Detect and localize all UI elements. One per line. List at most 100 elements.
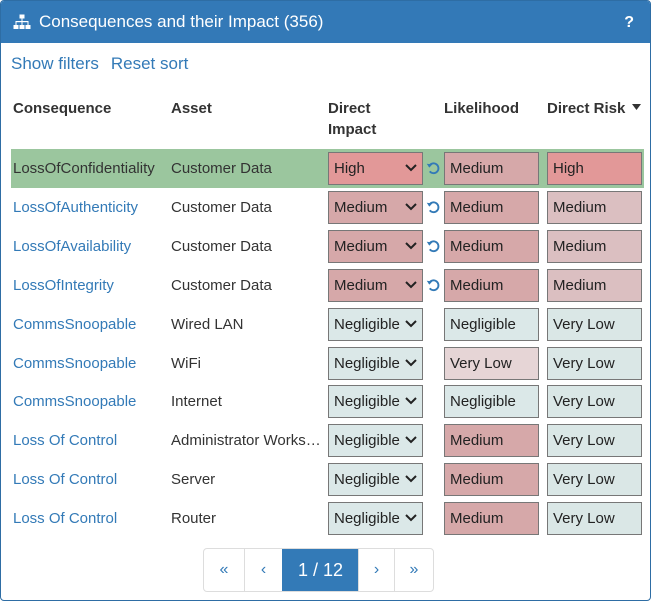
table-row[interactable]: CommsSnoopable WiFi Negligible Very Low Very…: [11, 344, 644, 383]
table-row[interactable]: CommsSnoopable Wired LAN Negligible Negligi…: [11, 305, 644, 344]
likelihood-value: Medium: [444, 463, 539, 497]
consequence-link[interactable]: LossOfConfidentiality: [13, 149, 168, 188]
direct-risk-value: Very Low: [547, 424, 642, 458]
direct-impact-value: Medium: [334, 237, 388, 255]
likelihood-value: Negligible: [444, 385, 539, 419]
column-header-consequence[interactable]: Consequence: [13, 98, 111, 119]
chevron-down-icon: [405, 280, 417, 289]
direct-risk-value: Medium: [547, 229, 642, 263]
direct-impact-value: Negligible: [334, 471, 400, 489]
reset-impact-icon[interactable]: [426, 160, 441, 176]
column-header-direct-impact-line2: Impact: [328, 121, 377, 138]
table-row[interactable]: LossOfIntegrity Customer Data Medium Medium…: [11, 266, 644, 305]
direct-impact-select[interactable]: Negligible: [328, 502, 423, 536]
likelihood-value: Medium: [444, 229, 539, 263]
direct-impact-value: Negligible: [334, 510, 400, 528]
column-header-asset[interactable]: Asset: [171, 98, 212, 119]
direct-impact-select[interactable]: Medium: [328, 190, 423, 224]
direct-impact-select[interactable]: Negligible: [328, 346, 423, 380]
reset-impact-icon[interactable]: [426, 199, 441, 215]
help-icon[interactable]: ?: [624, 14, 634, 32]
table-row[interactable]: Loss Of Control Server Negligible Medium Ver…: [11, 460, 644, 499]
direct-risk-value: Very Low: [547, 385, 642, 419]
table-row[interactable]: LossOfAvailability Customer Data Medium Med…: [11, 227, 644, 266]
consequence-link[interactable]: Loss Of Control: [13, 499, 168, 538]
sort-desc-icon: [632, 104, 641, 110]
direct-risk-value: Medium: [547, 190, 642, 224]
table-row[interactable]: LossOfConfidentiality Customer Data High Me…: [11, 149, 644, 188]
direct-risk-value: Very Low: [547, 346, 642, 380]
reset-impact-icon[interactable]: [426, 277, 441, 293]
panel-title: Consequences and their Impact (356): [39, 12, 324, 31]
direct-risk-value: Medium: [547, 268, 642, 302]
current-page: 1 / 12: [282, 549, 358, 591]
likelihood-value: Medium: [444, 268, 539, 302]
asset-name: Wired LAN: [171, 315, 244, 333]
show-filters-link[interactable]: Show filters: [11, 54, 99, 73]
likelihood-value: Medium: [444, 502, 539, 536]
direct-impact-select[interactable]: Medium: [328, 229, 423, 263]
chevron-down-icon: [405, 203, 417, 211]
consequences-panel: Consequences and their Impact (356) ? Sh…: [0, 0, 651, 601]
direct-impact-value: Medium: [334, 198, 388, 216]
direct-impact-select[interactable]: Negligible: [328, 463, 423, 497]
direct-impact-select[interactable]: Negligible: [328, 307, 423, 341]
consequence-link[interactable]: CommsSnoopable: [13, 382, 168, 421]
consequence-link[interactable]: LossOfAuthenticity: [13, 188, 168, 227]
likelihood-value: Negligible: [444, 307, 539, 341]
next-page-button[interactable]: ›: [358, 549, 394, 591]
chevron-down-icon: [405, 475, 417, 483]
table-row[interactable]: Loss Of ControlAdministrator Workstation…: [11, 421, 644, 460]
consequence-link[interactable]: LossOfIntegrity: [13, 266, 168, 305]
chevron-down-icon: [405, 436, 417, 444]
direct-impact-select[interactable]: Negligible: [328, 424, 423, 458]
direct-impact-select[interactable]: Medium: [328, 268, 423, 302]
direct-impact-select[interactable]: Negligible: [328, 385, 423, 419]
reset-impact-icon[interactable]: [426, 238, 441, 254]
asset-name: WiFi: [171, 354, 201, 372]
chevron-down-icon: [405, 358, 417, 366]
consequence-link[interactable]: CommsSnoopable: [13, 344, 168, 383]
asset-name: Router: [171, 510, 217, 528]
table-row[interactable]: Loss Of Control Router Negligible Medium Ver…: [11, 499, 644, 538]
asset-name: Internet: [171, 393, 222, 411]
column-header-direct-risk[interactable]: Direct Risk: [547, 98, 641, 119]
asset-name: Customer Data: [171, 276, 272, 294]
table-row[interactable]: CommsSnoopable Internet Negligible Negligib…: [11, 382, 644, 421]
sitemap-icon: [13, 14, 31, 29]
consequence-link[interactable]: LossOfAvailability: [13, 227, 168, 266]
likelihood-value: Medium: [444, 424, 539, 458]
chevron-down-icon: [405, 319, 417, 328]
direct-impact-select[interactable]: High: [328, 152, 423, 185]
first-page-button[interactable]: «: [204, 549, 244, 591]
direct-impact-value: Negligible: [334, 432, 400, 450]
direct-risk-value: Very Low: [547, 463, 642, 497]
column-header-direct-impact-line1: Direct: [328, 100, 371, 117]
pagination: « ‹ 1 / 12 › »: [203, 548, 434, 592]
panel-header: Consequences and their Impact (356) ?: [1, 1, 650, 43]
direct-impact-value: Negligible: [334, 315, 400, 333]
consequence-link[interactable]: Loss Of Control: [13, 421, 168, 460]
table-row[interactable]: LossOfAuthenticity Customer Data Medium Med…: [11, 188, 644, 227]
consequence-link[interactable]: Loss Of Control: [13, 460, 168, 499]
asset-name: Administrator Workstation: [171, 432, 323, 450]
prev-page-button[interactable]: ‹: [244, 549, 282, 591]
chevron-down-icon: [405, 514, 417, 522]
chevron-down-icon: [405, 164, 417, 172]
consequence-link[interactable]: CommsSnoopable: [13, 305, 168, 344]
table-actions: Show filters Reset sort: [11, 54, 188, 74]
direct-risk-value: Very Low: [547, 502, 642, 536]
direct-risk-value: High: [547, 152, 642, 185]
column-header-likelihood[interactable]: Likelihood: [444, 98, 519, 119]
chevron-down-icon: [405, 397, 417, 405]
chevron-down-icon: [405, 242, 417, 250]
likelihood-value: Medium: [444, 152, 539, 185]
column-header-direct-risk-label: Direct Risk: [547, 100, 626, 117]
last-page-button[interactable]: »: [394, 549, 433, 591]
asset-name: Customer Data: [171, 160, 272, 177]
asset-name: Customer Data: [171, 198, 272, 216]
likelihood-value: Very Low: [444, 346, 539, 380]
column-header-direct-impact[interactable]: Direct Impact: [328, 98, 376, 140]
reset-sort-link[interactable]: Reset sort: [111, 54, 188, 73]
direct-impact-value: Negligible: [334, 393, 400, 411]
